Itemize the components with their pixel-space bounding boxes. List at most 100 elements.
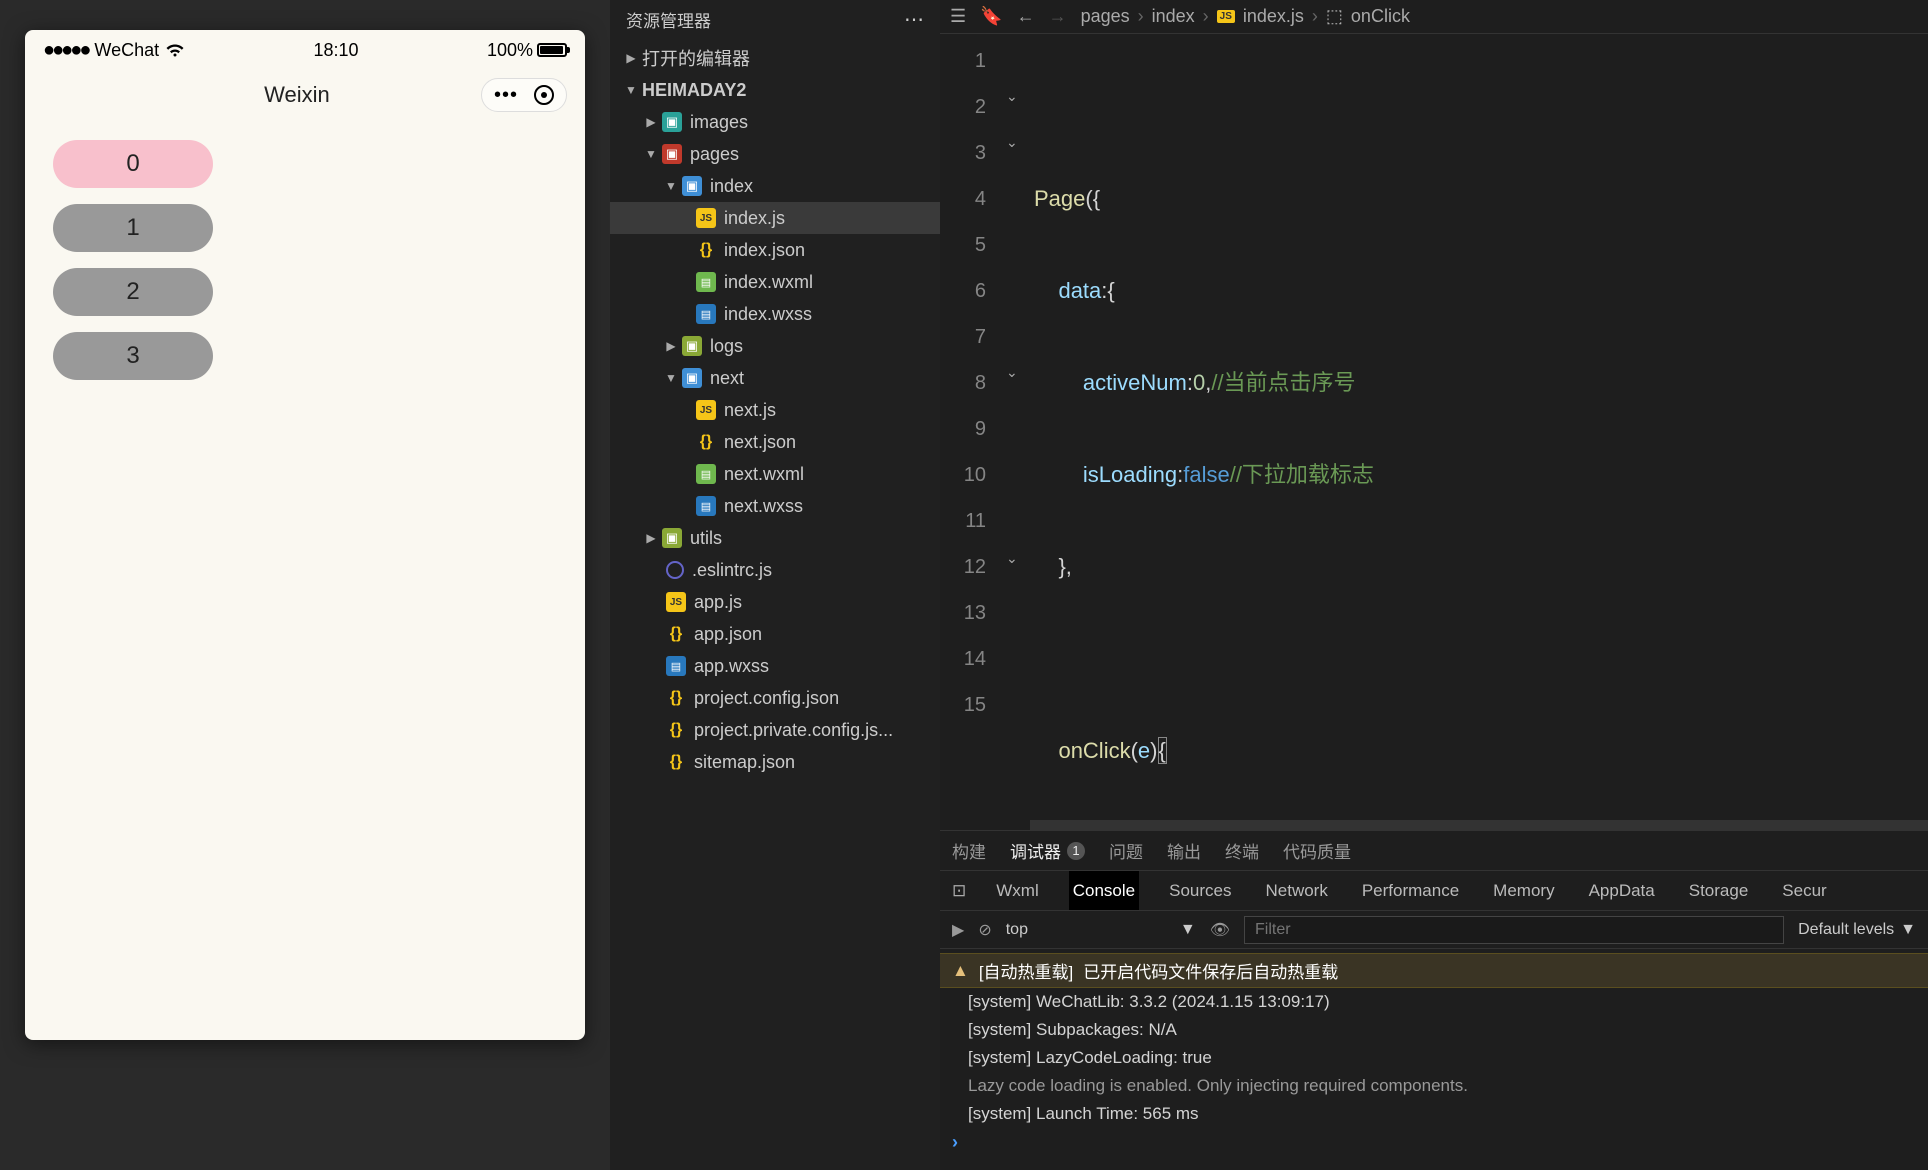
dt-wxml[interactable]: Wxml [992, 871, 1042, 910]
list-button-0[interactable]: 0 [53, 140, 213, 188]
tree-project-private[interactable]: {}project.private.config.js... [610, 714, 940, 746]
tree-logs[interactable]: ▶▣logs [610, 330, 940, 362]
console-output[interactable]: ▲ [自动热重载] 已开启代码文件保存后自动热重载 [system] WeCha… [940, 949, 1928, 1170]
console-warn: ▲ [自动热重载] 已开启代码文件保存后自动热重载 [940, 953, 1928, 988]
capsule-button[interactable]: ••• [481, 78, 567, 112]
bc-symbol[interactable]: onClick [1351, 6, 1410, 27]
bottom-panel: 构建 调试器1 问题 输出 终端 代码质量 ⊡ Wxml Console Sou… [940, 830, 1928, 1170]
tree-utils[interactable]: ▶▣utils [610, 522, 940, 554]
dt-sources[interactable]: Sources [1165, 871, 1235, 910]
tree-sitemap[interactable]: {}sitemap.json [610, 746, 940, 778]
bc-index[interactable]: index [1152, 6, 1195, 27]
context-select[interactable]: top▼ [1006, 921, 1196, 939]
wxss-icon: ▤ [696, 304, 716, 324]
tree-next-js[interactable]: JSnext.js [610, 394, 940, 426]
json-icon: {} [666, 624, 686, 644]
page-title: Weixin [113, 82, 481, 108]
dt-security[interactable]: Secur [1778, 871, 1830, 910]
tree-project-root[interactable]: ▼HEIMADAY2 [610, 74, 940, 106]
gutter: 123456789101112131415 [940, 34, 1000, 830]
tab-quality[interactable]: 代码质量 [1283, 838, 1351, 863]
dt-console[interactable]: Console [1069, 871, 1139, 910]
tree-index-wxml[interactable]: ▤index.wxml [610, 266, 940, 298]
tree-app-js[interactable]: JSapp.js [610, 586, 940, 618]
close-target-icon[interactable] [534, 85, 554, 105]
tree-pages[interactable]: ▼▣pages [610, 138, 940, 170]
eye-icon[interactable]: 👁 [1210, 920, 1230, 940]
js-icon: JS [1217, 10, 1235, 23]
list-button-1[interactable]: 1 [53, 204, 213, 252]
list-button-2[interactable]: 2 [53, 268, 213, 316]
menu-dots-icon[interactable]: ••• [494, 90, 518, 100]
tab-debugger[interactable]: 调试器1 [1010, 838, 1085, 863]
title-bar: Weixin ••• [25, 70, 585, 120]
wxml-icon: ▤ [696, 464, 716, 484]
tab-output[interactable]: 输出 [1167, 838, 1201, 863]
status-time: 18:10 [314, 40, 359, 61]
folder-icon: ▣ [662, 112, 682, 132]
outline-icon[interactable]: ☰ [950, 6, 966, 27]
nav-back-icon[interactable]: ← [1017, 6, 1035, 27]
tree-images[interactable]: ▶▣images [610, 106, 940, 138]
simulator-panel: ●●●●● WeChat 18:10 100% Weixin ••• [0, 0, 610, 1170]
dt-performance[interactable]: Performance [1358, 871, 1463, 910]
folder-icon: ▣ [682, 176, 702, 196]
dt-storage[interactable]: Storage [1685, 871, 1753, 910]
list-button-3[interactable]: 3 [53, 332, 213, 380]
clear-icon[interactable]: ⊘ [978, 920, 991, 940]
more-icon[interactable]: ⋯ [904, 7, 924, 32]
tree-project-config[interactable]: {}project.config.json [610, 682, 940, 714]
console-log: Lazy code loading is enabled. Only injec… [940, 1072, 1928, 1100]
editor-topbar: ☰ 🔖 ← → pages › index › JS index.js › ⬚ … [940, 0, 1928, 34]
tree-next-folder[interactable]: ▼▣next [610, 362, 940, 394]
tree-next-wxml[interactable]: ▤next.wxml [610, 458, 940, 490]
battery-icon [537, 43, 567, 57]
console-log: [system] LazyCodeLoading: true [940, 1044, 1928, 1072]
tree-next-json[interactable]: {}next.json [610, 426, 940, 458]
folder-icon: ▣ [662, 528, 682, 548]
tab-terminal[interactable]: 终端 [1225, 838, 1259, 863]
tree-next-wxss[interactable]: ▤next.wxss [610, 490, 940, 522]
dt-memory[interactable]: Memory [1489, 871, 1558, 910]
tree-app-wxss[interactable]: ▤app.wxss [610, 650, 940, 682]
dt-appdata[interactable]: AppData [1585, 871, 1659, 910]
bookmark-icon[interactable]: 🔖 [980, 6, 1002, 27]
bc-file[interactable]: index.js [1243, 6, 1304, 27]
fold-icon[interactable]: ⌄ [1006, 88, 1018, 105]
dt-network[interactable]: Network [1261, 871, 1331, 910]
cube-icon: ⬚ [1326, 6, 1343, 27]
inspect-icon[interactable]: ⊡ [952, 881, 966, 901]
tree-index-wxss[interactable]: ▤index.wxss [610, 298, 940, 330]
fold-icon[interactable]: ⌄ [1006, 134, 1018, 151]
tab-problems[interactable]: 问题 [1109, 838, 1143, 863]
json-icon: {} [666, 720, 686, 740]
fold-icon[interactable]: ⌄ [1006, 364, 1018, 381]
json-icon: {} [666, 688, 686, 708]
js-icon: JS [696, 208, 716, 228]
breadcrumb[interactable]: pages › index › JS index.js › ⬚ onClick [1081, 6, 1410, 27]
tree-index-json[interactable]: {}index.json [610, 234, 940, 266]
tab-build[interactable]: 构建 [952, 838, 986, 863]
console-prompt[interactable]: › [940, 1128, 1928, 1157]
phone-frame: ●●●●● WeChat 18:10 100% Weixin ••• [25, 30, 585, 1040]
tree-eslintrc[interactable]: .eslintrc.js [610, 554, 940, 586]
explorer-title: 资源管理器 [626, 7, 711, 32]
folder-icon: ▣ [682, 336, 702, 356]
filter-input[interactable] [1244, 916, 1784, 944]
tree-index-js[interactable]: JSindex.js [610, 202, 940, 234]
fold-icon[interactable]: ⌄ [1006, 550, 1018, 567]
code-editor[interactable]: 123456789101112131415 ⌄ ⌄ ⌄ ⌄ Page({ dat… [940, 34, 1928, 830]
play-icon[interactable]: ▶ [952, 920, 964, 940]
tree-index-folder[interactable]: ▼▣index [610, 170, 940, 202]
panel-tabs: 构建 调试器1 问题 输出 终端 代码质量 [940, 831, 1928, 871]
file-tree: ▶打开的编辑器 ▼HEIMADAY2 ▶▣images ▼▣pages ▼▣in… [610, 38, 940, 1170]
levels-select[interactable]: Default levels▼ [1798, 921, 1916, 939]
tree-app-json[interactable]: {}app.json [610, 618, 940, 650]
bc-pages[interactable]: pages [1081, 6, 1130, 27]
badge: 1 [1067, 842, 1085, 860]
nav-forward-icon[interactable]: → [1049, 6, 1067, 27]
tree-open-editors[interactable]: ▶打开的编辑器 [610, 42, 940, 74]
explorer-panel: 资源管理器 ⋯ ▶打开的编辑器 ▼HEIMADAY2 ▶▣images ▼▣pa… [610, 0, 940, 1170]
code-area[interactable]: Page({ data:{ activeNum:0,//当前点击序号 isLoa… [1030, 34, 1928, 830]
carrier-label: WeChat [94, 40, 159, 61]
